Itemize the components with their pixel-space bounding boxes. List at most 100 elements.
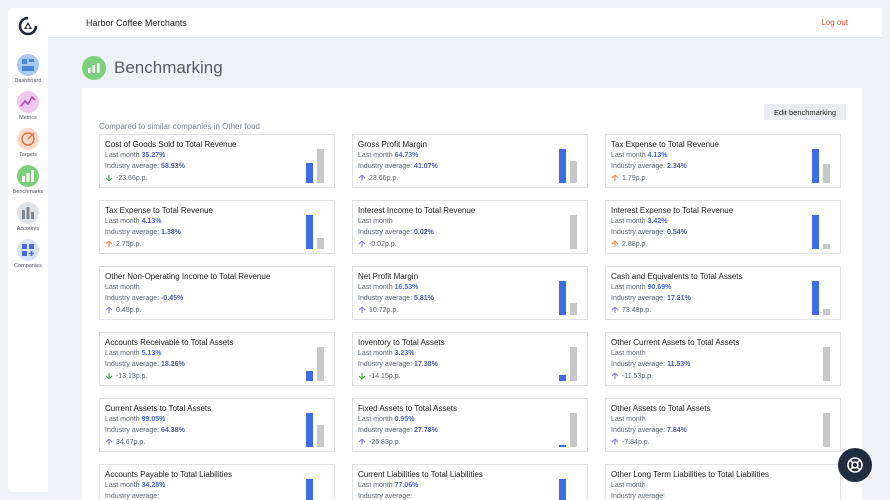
lifebuoy-icon — [847, 457, 863, 473]
industry-average-row: Industry average: — [105, 493, 159, 500]
industry-average-bar — [823, 308, 830, 315]
card-title: Cost of Goods Sold to Total Revenue — [105, 140, 237, 149]
industry-average-label: Industry average: — [611, 229, 666, 236]
last-month-value: 77.06% — [394, 482, 419, 489]
benchmark-card[interactable]: Net Profit Margin Last month 16.53% Indust… — [352, 266, 588, 320]
industry-average-value: 0.02% — [414, 229, 434, 236]
benchmark-card[interactable]: Other Non-Operating Income to Total Reve… — [99, 266, 335, 320]
last-month-bar — [559, 479, 566, 500]
industry-average-label: Industry average: — [358, 493, 413, 500]
sidebar-item-accounts[interactable]: Accounts — [8, 202, 48, 239]
industry-average-value: 17.21% — [667, 295, 691, 302]
benchmark-card[interactable]: Other Long Term Liabilities to Total Lia… — [605, 464, 841, 500]
last-month-label: Last month — [611, 284, 646, 291]
page-header: Benchmarking — [82, 55, 223, 81]
last-month-row: Last month 77.06% — [358, 482, 418, 489]
arrow-up-icon — [611, 174, 619, 181]
difference-row: 2.75p.p. — [105, 240, 141, 248]
sidebar-item-benchmarks[interactable]: Benchmarks — [8, 165, 48, 202]
industry-average-bar — [823, 243, 830, 249]
benchmark-card[interactable]: Interest Expense to Total Revenue Last mo… — [605, 200, 841, 254]
edit-benchmarking-button[interactable]: Edit benchmarking — [764, 104, 846, 120]
industry-average-bar — [317, 347, 324, 381]
industry-average-bar — [823, 163, 830, 183]
industry-average-value: 2.34% — [667, 163, 687, 170]
difference-value: 2.75p.p. — [116, 240, 142, 248]
difference-value: 34.67p.p. — [116, 438, 146, 446]
industry-average-label: Industry average: — [358, 229, 413, 236]
benchmark-card[interactable]: Current Liabilities to Total Liabilities… — [352, 464, 588, 500]
industry-average-row: Industry average: 17.21% — [611, 295, 691, 302]
industry-average-row: Industry average: 7.84% — [611, 427, 687, 434]
last-month-bar — [812, 215, 819, 249]
benchmark-card[interactable]: Accounts Payable to Total Liabilities Las… — [99, 464, 335, 500]
comparison-bars — [306, 413, 328, 447]
last-month-bar — [559, 149, 566, 183]
industry-average-bar — [570, 161, 577, 183]
sidebar-item-companies[interactable]: Companies — [8, 239, 48, 276]
benchmark-card[interactable]: Accounts Receivable to Total Assets Last … — [99, 332, 335, 386]
last-month-row: Last month — [611, 416, 646, 423]
last-month-bar — [306, 371, 313, 381]
sidebar-item-targets[interactable]: Targets — [8, 128, 48, 165]
last-month-bar — [812, 281, 819, 315]
app-logo-icon[interactable] — [18, 16, 38, 36]
metrics-icon — [17, 91, 39, 113]
benchmark-card[interactable]: Cost of Goods Sold to Total Revenue Last … — [99, 134, 335, 188]
card-title: Tax Expense to Total Revenue — [105, 206, 213, 215]
benchmark-card[interactable]: Other Current Assets to Total Assets Last… — [605, 332, 841, 386]
industry-average-value: 18.26% — [161, 361, 185, 368]
last-month-value: 35.27% — [141, 152, 166, 159]
arrow-neutral-icon — [611, 306, 619, 313]
sidebar-item-label: Benchmarks — [12, 189, 44, 195]
benchmark-card[interactable]: Cash and Equivalents to Total Assets Last… — [605, 266, 841, 320]
industry-average-value: 5.81% — [414, 295, 434, 302]
last-month-value: 4.13% — [141, 218, 162, 225]
last-month-value: 16.53% — [394, 284, 419, 291]
last-month-label: Last month — [611, 482, 646, 489]
industry-average-label: Industry average: — [611, 427, 666, 434]
card-title: Net Profit Margin — [358, 272, 419, 281]
last-month-label: Last month — [105, 482, 140, 489]
industry-average-value: 0.54% — [667, 229, 687, 236]
difference-row: -7.84p.p. — [611, 438, 650, 446]
industry-average-bar — [317, 424, 324, 447]
industry-average-value: 11.53% — [667, 361, 691, 368]
arrow-neutral-icon — [358, 306, 366, 313]
comparison-bars — [306, 281, 328, 315]
arrow-neutral-icon — [358, 240, 366, 247]
industry-average-row: Industry average: 58.93% — [105, 163, 185, 170]
comparison-bars — [559, 281, 581, 315]
benchmark-card[interactable]: Tax Expense to Total Revenue Last month 4… — [605, 134, 841, 188]
comparison-bars — [812, 413, 834, 447]
last-month-bar — [812, 149, 819, 183]
last-month-value: 3.42% — [647, 218, 668, 225]
benchmark-card[interactable]: Tax Expense to Total Revenue Last month 4… — [99, 200, 335, 254]
help-chat-button[interactable] — [838, 448, 872, 482]
industry-average-value: 1.38% — [161, 229, 181, 236]
difference-value: 0.45p.p. — [116, 306, 142, 314]
difference-value: -0.02p.p. — [369, 240, 397, 248]
industry-average-bar — [823, 413, 830, 447]
benchmark-card[interactable]: Current Assets to Total Assets Last month… — [99, 398, 335, 452]
benchmark-card[interactable]: Interest Income to Total Revenue Last mon… — [352, 200, 588, 254]
sidebar-item-metrics[interactable]: Metrics — [8, 91, 48, 128]
comparison-bars — [812, 281, 834, 315]
benchmark-card[interactable]: Fixed Assets to Total Assets Last month 0… — [352, 398, 588, 452]
logout-link[interactable]: Log out — [821, 18, 848, 27]
arrow-neutral-icon — [105, 438, 113, 445]
difference-value: -14.15p.p. — [369, 372, 401, 380]
benchmark-card[interactable]: Gross Profit Margin Last month 64.73% Indu… — [352, 134, 588, 188]
industry-average-value: 17.38% — [414, 361, 438, 368]
difference-value: -11.53p.p. — [622, 372, 654, 380]
industry-average-label: Industry average: — [105, 295, 160, 302]
sidebar-item-dashboard[interactable]: Dashboard — [8, 54, 48, 91]
benchmark-card[interactable]: Other Assets to Total Assets Last month I… — [605, 398, 841, 452]
last-month-value: 90.69% — [647, 284, 672, 291]
arrow-down-icon — [105, 373, 113, 380]
comparison-bars — [812, 479, 834, 500]
arrow-neutral-icon — [358, 174, 366, 181]
arrow-neutral-icon — [611, 438, 619, 445]
benchmark-card[interactable]: Inventory to Total Assets Last month 3.23… — [352, 332, 588, 386]
card-title: Accounts Receivable to Total Assets — [105, 338, 234, 347]
